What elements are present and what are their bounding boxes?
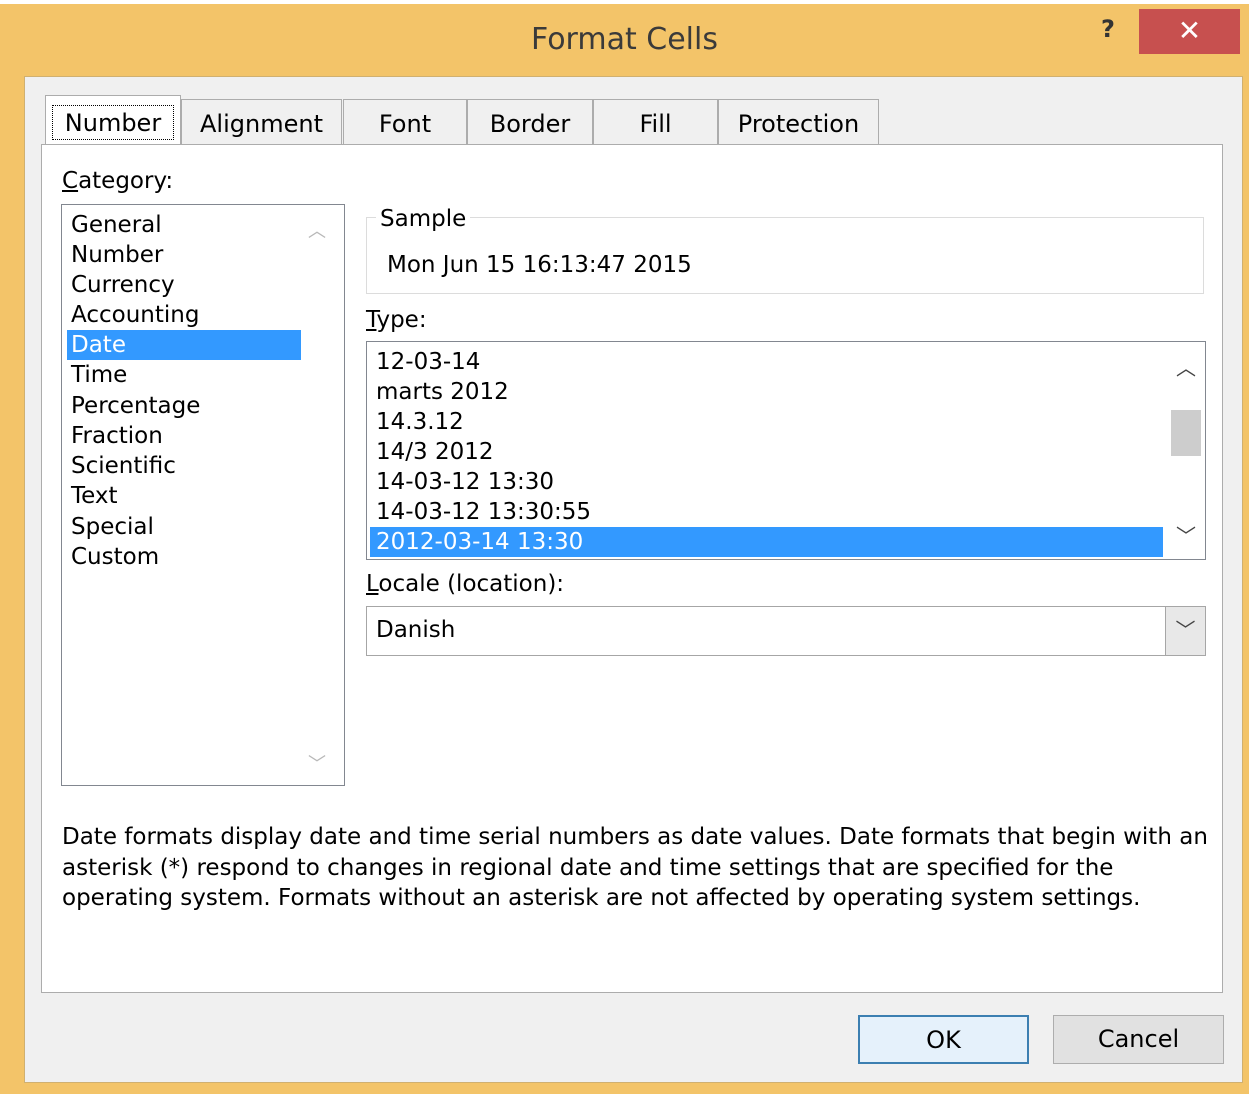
category-item-date[interactable]: Date	[67, 330, 301, 360]
type-item[interactable]: 12-03-14	[370, 347, 1163, 377]
category-item-general[interactable]: General	[67, 210, 301, 240]
chevron-down-icon[interactable]: ﹀	[1165, 607, 1205, 655]
close-button[interactable]: ✕	[1139, 9, 1240, 54]
tab-border[interactable]: Border	[467, 99, 593, 145]
format-description: Date formats display date and time seria…	[62, 824, 1208, 911]
type-item-selected[interactable]: 2012-03-14 13:30	[370, 527, 1163, 557]
scroll-thumb[interactable]	[1171, 410, 1201, 456]
category-item-text[interactable]: Text	[67, 481, 301, 511]
category-label-text: ategory:	[78, 168, 174, 194]
category-item-custom[interactable]: Custom	[67, 542, 301, 572]
type-item[interactable]: 14.3.12	[370, 407, 1163, 437]
dialog-title: Format Cells	[531, 22, 718, 57]
category-item-accounting[interactable]: Accounting	[67, 300, 301, 330]
locale-label: Locale (location):	[366, 571, 564, 597]
tab-alignment[interactable]: Alignment	[181, 99, 342, 145]
locale-label-accel: L	[366, 571, 379, 597]
category-item-scientific[interactable]: Scientific	[67, 451, 301, 481]
category-item-percentage[interactable]: Percentage	[67, 391, 301, 421]
category-item-special[interactable]: Special	[67, 512, 301, 542]
tab-protection-label: Protection	[737, 110, 860, 138]
category-label-accel: C	[62, 168, 79, 194]
type-label-accel: T	[366, 307, 377, 333]
tab-font[interactable]: Font	[343, 99, 467, 145]
locale-value: Danish	[376, 617, 456, 643]
scroll-up-icon[interactable]: ︿	[1167, 352, 1205, 381]
help-button[interactable]: ?	[1085, 12, 1131, 50]
type-item[interactable]: marts 2012	[370, 377, 1163, 407]
type-label-text: ype:	[376, 307, 427, 333]
locale-dropdown[interactable]: Danish ﹀	[366, 606, 1206, 656]
type-item[interactable]: 14/3 2012	[370, 437, 1163, 467]
cancel-button[interactable]: Cancel	[1053, 1015, 1224, 1064]
category-scroll-down-icon[interactable]: ﹀	[308, 750, 326, 776]
type-list[interactable]: 12-03-14 marts 2012 14.3.12 14/3 2012 14…	[366, 341, 1206, 560]
tab-border-label: Border	[489, 110, 571, 138]
focus-rectangle	[52, 105, 174, 140]
spreadsheet-edge	[0, 0, 1249, 4]
category-list[interactable]: General Number Currency Accounting Date …	[61, 204, 345, 786]
category-item-number[interactable]: Number	[67, 240, 301, 270]
category-label: Category:	[62, 168, 173, 194]
type-label: Type:	[366, 307, 427, 333]
category-item-time[interactable]: Time	[67, 360, 301, 390]
close-icon: ✕	[1177, 14, 1202, 47]
type-item[interactable]: 14-03-12 13:30:55	[370, 497, 1163, 527]
scroll-down-icon[interactable]: ﹀	[1167, 520, 1205, 549]
tab-fill[interactable]: Fill	[593, 99, 718, 145]
sample-legend: Sample	[376, 206, 471, 232]
category-scroll-up-icon[interactable]: ︿	[308, 217, 326, 243]
locale-label-text: ocale (location):	[378, 571, 565, 597]
dialog-window: Format Cells ? ✕ Number Alignment Font B…	[0, 0, 1249, 1094]
tab-number[interactable]: Number	[45, 95, 181, 146]
sample-value: Mon Jun 15 16:13:47 2015	[387, 252, 692, 278]
tab-font-label: Font	[378, 110, 432, 138]
type-item[interactable]: 14-03-12 13:30	[370, 467, 1163, 497]
tab-protection[interactable]: Protection	[718, 99, 879, 145]
category-item-fraction[interactable]: Fraction	[67, 421, 301, 451]
ok-button[interactable]: OK	[858, 1015, 1029, 1064]
category-item-currency[interactable]: Currency	[67, 270, 301, 300]
tab-alignment-label: Alignment	[200, 110, 323, 138]
tab-fill-label: Fill	[639, 110, 672, 138]
type-scrollbar[interactable]: ︿ ﹀	[1167, 342, 1205, 559]
